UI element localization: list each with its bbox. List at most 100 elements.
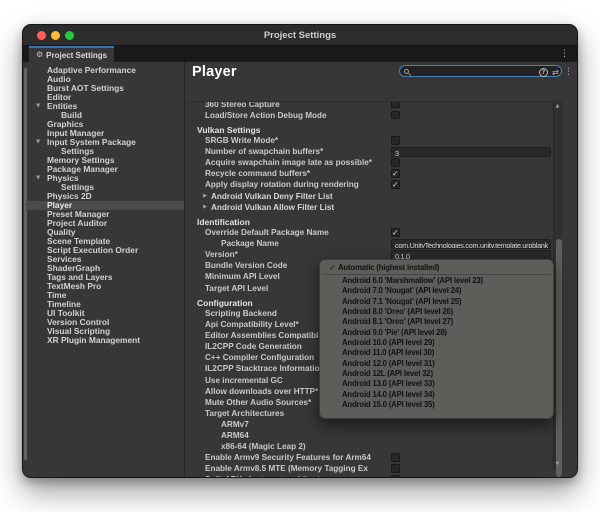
split-apks-by-target-architecture-checkbox[interactable] xyxy=(391,475,400,478)
help-icon[interactable]: ? xyxy=(539,68,548,77)
dropdown-option-android-8-1-oreo-api-level-27[interactable]: Android 8.1 'Oreo' (API level 27) xyxy=(323,316,550,326)
setting-label: ARM64 xyxy=(221,431,249,440)
foldout-closed-icon[interactable]: ▶ xyxy=(203,193,207,199)
dropdown-option-label: Android 12.0 (API level 31) xyxy=(342,359,435,368)
dropdown-option-label: Android 15.0 (API level 35) xyxy=(342,400,435,409)
dropdown-option-label: Android 9.0 'Pie' (API level 28) xyxy=(342,328,447,337)
scroll-down-icon[interactable]: ▼ xyxy=(556,461,560,467)
dropdown-option-android-8-0-oreo-api-level-26[interactable]: Android 8.0 'Oreo' (API level 26) xyxy=(323,306,550,316)
settings-row-apply-display-rotation-during-rendering: Apply display rotation during rendering ✓ xyxy=(185,179,553,190)
target-api-level-dropdown-menu: ✓Automatic (highest installed) Android 6.… xyxy=(319,259,554,419)
sidebar-item-physics[interactable]: ▼Physics xyxy=(26,174,184,183)
settings-sidebar: Adaptive PerformanceAudioBurst AOT Setti… xyxy=(23,62,184,477)
settings-row-recycle-command-buffers: Recycle command buffers* ✓ xyxy=(185,168,553,179)
dropdown-option-android-12l-api-level-32[interactable]: Android 12L (API level 32) xyxy=(323,368,550,378)
settings-row-override-default-package-name: Override Default Package Name✓ xyxy=(185,227,553,238)
tab-project-settings[interactable]: ⚙ Project Settings xyxy=(29,46,114,62)
settings-row-number-of-swapchain-buffers: Number of swapchain buffers*3 xyxy=(185,146,553,157)
dropdown-option-android-9-0-pie-api-level-28[interactable]: Android 9.0 'Pie' (API level 28) xyxy=(323,327,550,337)
foldout-open-icon[interactable]: ▼ xyxy=(36,139,40,145)
setting-label: x86-64 (Magic Leap 2) xyxy=(221,442,306,451)
setting-label: Recycle command buffers* xyxy=(205,169,310,178)
setting-label: Scripting Backend xyxy=(205,309,277,318)
dropdown-option-android-13-0-api-level-33[interactable]: Android 13.0 (API level 33) xyxy=(323,378,550,388)
360-stereo-capture-checkbox[interactable] xyxy=(391,101,400,108)
setting-label: Apply display rotation during rendering xyxy=(205,180,359,189)
load-store-action-debug-mode-checkbox[interactable] xyxy=(391,111,400,120)
dropdown-option-android-6-0-marshmallow-api-level-23[interactable]: Android 6.0 'Marshmallow' (API level 23) xyxy=(323,275,550,285)
setting-label: Acquire swapchain image late as possible… xyxy=(205,158,372,167)
setting-label: 360 Stereo Capture xyxy=(205,101,280,109)
setting-label: Enable Armv9 Security Features for Arm64 xyxy=(205,453,371,462)
setting-label: Package Name xyxy=(221,239,279,248)
settings-row-x86-64-magic-leap-2: x86-64 (Magic Leap 2) xyxy=(185,441,553,452)
preset-icon[interactable]: ⇄ xyxy=(552,69,559,77)
setting-label: Version* xyxy=(205,250,238,259)
gear-icon: ⚙ xyxy=(36,51,43,59)
page-title: Player xyxy=(192,64,237,80)
apply-display-rotation-during-rendering-checkbox[interactable]: ✓ xyxy=(391,180,400,189)
dropdown-option-label: Android 13.0 (API level 33) xyxy=(342,379,435,388)
sidebar-item-entities[interactable]: ▼Entities xyxy=(26,102,184,111)
setting-label: Api Compatibility Level* xyxy=(205,320,299,329)
sidebar-item-label: XR Plugin Management xyxy=(47,335,140,345)
setting-label: Load/Store Action Debug Mode xyxy=(205,111,327,120)
dropdown-option-android-12-0-api-level-31[interactable]: Android 12.0 (API level 31) xyxy=(323,358,550,368)
dropdown-option-android-7-0-nougat-api-level-24[interactable]: Android 7.0 'Nougat' (API level 24) xyxy=(323,285,550,295)
scrollbar-thumb[interactable] xyxy=(556,239,562,477)
section-header: Identification xyxy=(197,217,250,227)
sidebar-item-xr-plugin-management[interactable]: XR Plugin Management xyxy=(26,336,184,345)
setting-label: IL2CPP Stacktrace Information xyxy=(205,364,325,373)
dropdown-option-label: Android 11.0 (API level 30) xyxy=(342,348,434,357)
foldout-closed-icon[interactable]: ▶ xyxy=(203,204,207,210)
selected-check-icon: ✓ xyxy=(329,263,335,272)
title-bar[interactable]: Project Settings xyxy=(23,25,577,46)
project-settings-window: Project Settings ⚙ Project Settings ⋮ Ad… xyxy=(22,24,578,478)
override-default-package-name-checkbox[interactable]: ✓ xyxy=(391,228,400,237)
vertical-scrollbar[interactable]: ▲ ▼ xyxy=(553,101,562,469)
tab-bar: ⚙ Project Settings ⋮ xyxy=(23,46,577,62)
dropdown-option-label: Android 14.0 (API level 34) xyxy=(342,390,435,399)
setting-label: Split APKs by target architecture xyxy=(205,475,333,478)
foldout-open-icon[interactable]: ▼ xyxy=(36,103,40,109)
sidebar-item-input-system-package[interactable]: ▼Input System Package xyxy=(26,138,184,147)
setting-label: Allow downloads over HTTP* xyxy=(205,387,318,396)
package-name-field[interactable]: com.UnityTechnologies.com.unity.template… xyxy=(391,239,551,249)
dropdown-option-label: Android 8.0 'Oreo' (API level 26) xyxy=(342,307,453,316)
dropdown-option-android-11-0-api-level-30[interactable]: Android 11.0 (API level 30) xyxy=(323,347,550,357)
setting-label: Bundle Version Code xyxy=(205,261,287,270)
dropdown-option-android-14-0-api-level-34[interactable]: Android 14.0 (API level 34) xyxy=(323,389,550,399)
tab-label: Project Settings xyxy=(46,51,107,60)
settings-row-package-name: Package Name com.UnityTechnologies.com.un… xyxy=(185,238,553,249)
settings-row-split-apks-by-target-architecture: Split APKs by target architecture xyxy=(185,474,553,478)
acquire-swapchain-image-late-as-possible-checkbox[interactable] xyxy=(391,158,400,167)
dropdown-option-label: Android 8.1 'Oreo' (API level 27) xyxy=(342,317,453,326)
recycle-command-buffers-checkbox[interactable]: ✓ xyxy=(391,169,400,178)
settings-row-vulkan-settings: Vulkan Settings xyxy=(185,124,553,135)
enable-armv8-5-mte-memory-tagging-ex-checkbox[interactable] xyxy=(391,464,400,473)
dropdown-option-android-15-0-api-level-35[interactable]: Android 15.0 (API level 35) xyxy=(323,399,550,409)
settings-row-enable-armv9-security-features-for-arm64: Enable Armv9 Security Features for Arm64 xyxy=(185,452,553,463)
enable-armv9-security-features-for-arm64-checkbox[interactable] xyxy=(391,453,400,462)
settings-row-android-vulkan-deny-filter-list: ▶ Android Vulkan Deny Filter List xyxy=(185,191,553,202)
srgb-write-mode-checkbox[interactable] xyxy=(391,136,400,145)
setting-label: Android Vulkan Deny Filter List xyxy=(211,192,333,201)
dropdown-option-label: Android 7.0 'Nougat' (API level 24) xyxy=(342,286,461,295)
tab-menu-icon[interactable]: ⋮ xyxy=(560,50,569,59)
dropdown-option-label: Android 10.0 (API level 29) xyxy=(342,338,435,347)
foldout-open-icon[interactable]: ▼ xyxy=(36,175,40,181)
section-header: Vulkan Settings xyxy=(197,125,260,135)
number-of-swapchain-buffers-field[interactable]: 3 xyxy=(391,147,551,157)
setting-label: Use incremental GC xyxy=(205,376,283,385)
scroll-up-icon[interactable]: ▲ xyxy=(556,103,560,109)
setting-label: Enable Armv8.5 MTE (Memory Tagging Ex xyxy=(205,464,368,473)
dropdown-option-label: Android 6.0 'Marshmallow' (API level 23) xyxy=(342,276,483,285)
section-header: Configuration xyxy=(197,298,253,308)
panel-menu-icon[interactable]: ⋮ xyxy=(564,68,573,77)
dropdown-option-automatic-highest-installed[interactable]: ✓Automatic (highest installed) xyxy=(323,262,550,272)
settings-row-enable-armv8-5-mte-memory-tagging-ex: Enable Armv8.5 MTE (Memory Tagging Ex xyxy=(185,463,553,474)
settings-row-identification: Identification xyxy=(185,216,553,227)
dropdown-option-android-10-0-api-level-29[interactable]: Android 10.0 (API level 29) xyxy=(323,337,550,347)
setting-label: Android Vulkan Allow Filter List xyxy=(211,203,334,212)
dropdown-option-android-7-1-nougat-api-level-25[interactable]: Android 7.1 'Nougat' (API level 25) xyxy=(323,296,550,306)
